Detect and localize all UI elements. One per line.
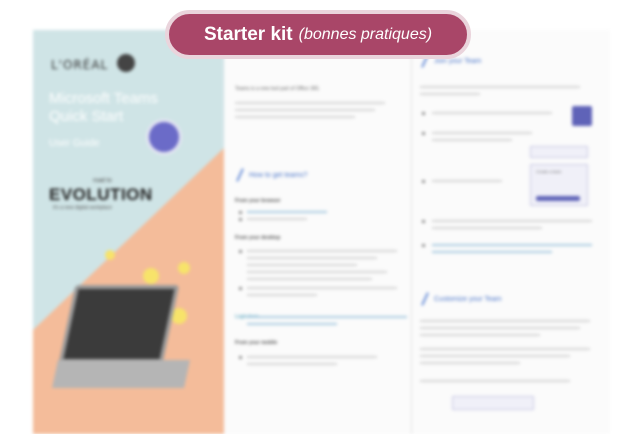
step-number — [422, 244, 425, 247]
right-column: Join your Team Create a team Customize y… — [411, 30, 610, 434]
text-line — [235, 102, 385, 104]
join-create-thumbnail — [530, 146, 588, 158]
banner-title: Starter kit — [203, 23, 293, 45]
text-line — [247, 211, 327, 213]
text-line — [432, 180, 502, 182]
heading-slash-icon — [236, 168, 244, 182]
bullet — [239, 356, 242, 359]
text-line — [432, 227, 542, 229]
settings-thumbnail — [452, 396, 534, 410]
laptop-screen — [58, 285, 180, 363]
sub-desktop: From your desktop — [235, 235, 281, 241]
heading-get-teams: How to get teams? — [249, 172, 308, 179]
text-line — [235, 109, 375, 111]
teams-icon — [149, 122, 179, 152]
step-number — [422, 112, 425, 115]
text-line — [247, 218, 307, 220]
sparkle-dot — [178, 262, 190, 274]
sub-mobile: From your mobile — [235, 340, 278, 346]
text-line — [420, 86, 580, 88]
teams-join-button[interactable] — [572, 106, 592, 126]
sparkle-dot — [105, 250, 115, 260]
laptop-base — [52, 360, 190, 388]
text-line — [247, 356, 377, 358]
text-line — [432, 251, 552, 253]
evolution-prefix: road to — [93, 178, 112, 184]
link-line — [247, 316, 407, 318]
sparkle-dot — [143, 268, 159, 284]
cover-title: Microsoft Teams Quick Start — [49, 90, 158, 125]
create-team-thumb-button — [536, 196, 580, 201]
text-line — [432, 112, 552, 114]
intro-text: Teams is a new tool part of Office 365. — [235, 86, 320, 92]
cover-panel: L'ORÉAL Microsoft Teams Quick Start User… — [33, 30, 224, 434]
text-line — [247, 264, 357, 266]
text-line — [420, 355, 570, 357]
text-line — [247, 278, 372, 280]
text-line — [247, 294, 317, 296]
create-team-label: Create a team — [536, 169, 562, 174]
text-line — [247, 271, 387, 273]
evolution-tagline: it's a new digital workplace — [53, 205, 113, 211]
brand-badge-icon — [117, 54, 135, 72]
middle-column: Teams is a new tool part of Office 365. … — [233, 30, 413, 434]
evolution-logo: EVOLUTION — [49, 185, 153, 204]
text-line — [247, 257, 377, 259]
sub-browser: From your browser — [235, 198, 281, 204]
text-line — [235, 116, 355, 118]
text-line — [420, 327, 580, 329]
bullet — [239, 287, 242, 290]
brand-logo: L'ORÉAL — [51, 58, 109, 72]
text-line — [432, 132, 532, 134]
text-line — [420, 380, 570, 382]
text-line — [432, 139, 512, 141]
cover-subtitle: User Guide — [49, 138, 100, 149]
step-number — [422, 180, 425, 183]
bullet — [239, 218, 242, 221]
step-number — [422, 220, 425, 223]
heading-slash-icon — [421, 292, 429, 306]
bullet — [239, 250, 242, 253]
text-line — [420, 362, 520, 364]
link-line — [247, 323, 337, 325]
text-line — [420, 93, 480, 95]
text-line — [247, 250, 397, 252]
text-line — [247, 287, 397, 289]
text-line — [420, 320, 590, 322]
heading-customize-team: Customize your Team — [434, 296, 502, 303]
text-line — [432, 220, 592, 222]
text-line — [420, 334, 540, 336]
text-line — [247, 363, 337, 365]
text-line — [432, 244, 592, 246]
starter-kit-banner: Starter kit (bonnes pratiques) — [165, 10, 471, 59]
document-page: L'ORÉAL Microsoft Teams Quick Start User… — [33, 30, 610, 434]
bullet — [239, 211, 242, 214]
banner-subtitle: (bonnes pratiques) — [298, 25, 433, 43]
step-number — [422, 132, 425, 135]
text-line — [420, 348, 590, 350]
heading-join-team: Join your Team — [434, 58, 482, 65]
